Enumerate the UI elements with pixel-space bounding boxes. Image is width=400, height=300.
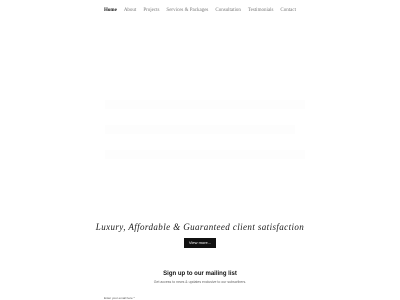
nav-item-projects[interactable]: Projects	[143, 7, 159, 15]
hero-tagline: Luxury, Affordable & Guaranteed client s…	[95, 222, 305, 232]
hero-background-texture	[105, 150, 305, 159]
nav-item-home[interactable]: Home	[104, 7, 117, 15]
main-nav: Home About Projects Services & Packages …	[0, 7, 400, 15]
nav-item-consultation[interactable]: Consultation	[215, 7, 241, 15]
hero-background-texture	[105, 100, 305, 109]
nav-item-testimonials[interactable]: Testimonials	[248, 7, 273, 15]
mailing-list-subtitle: Get access to news & updates exclusive t…	[153, 280, 247, 284]
view-more-button[interactable]: View more...	[184, 238, 216, 248]
hero-background-texture	[105, 125, 295, 134]
nav-item-services-packages[interactable]: Services & Packages	[166, 7, 208, 15]
email-field-label: Enter your email here *	[104, 296, 135, 300]
nav-item-about[interactable]: About	[124, 7, 137, 15]
mailing-list-title: Sign up to our mailing list	[163, 271, 237, 277]
nav-item-contact[interactable]: Contact	[280, 7, 296, 15]
